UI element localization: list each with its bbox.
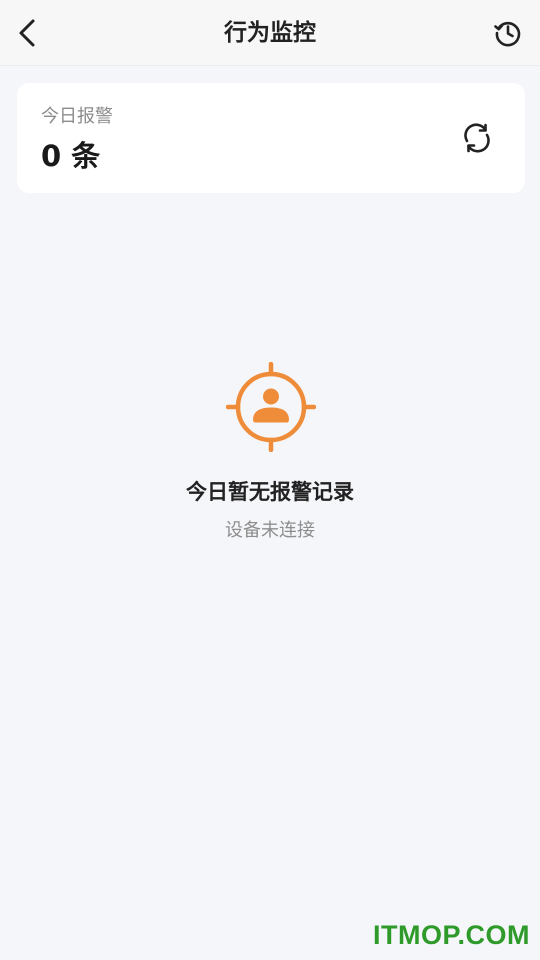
refresh-button[interactable] [459, 120, 495, 156]
history-button[interactable] [488, 13, 528, 53]
alarm-count: 0 条 [41, 139, 101, 173]
chevron-left-icon [19, 19, 35, 47]
summary-label: 今日报警 [41, 106, 113, 127]
empty-state-icon [225, 361, 317, 453]
page-title: 行为监控 [224, 20, 316, 46]
top-navigation-bar: 行为监控 [0, 0, 540, 66]
alarm-summary-card: 今日报警 0 条 [17, 83, 525, 193]
back-button[interactable] [8, 13, 48, 53]
history-clock-icon [494, 21, 521, 47]
empty-state-subtitle: 设备未连接 [225, 520, 315, 541]
refresh-icon [464, 123, 490, 153]
watermark: ITMOP.COM [372, 920, 530, 950]
empty-state-title: 今日暂无报警记录 [186, 480, 354, 504]
target-person-icon [225, 361, 317, 453]
